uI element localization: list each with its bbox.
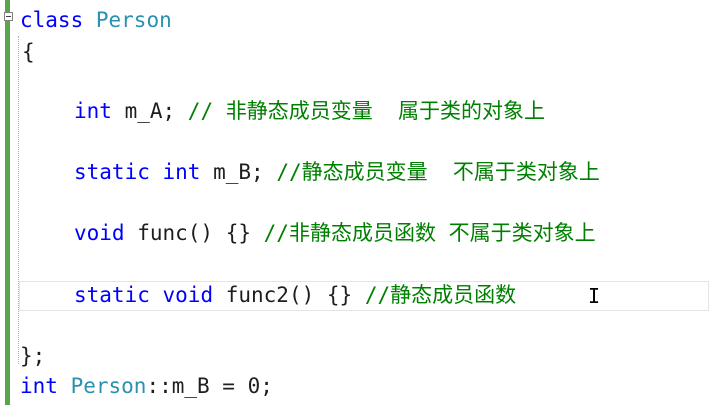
- fold-guide-line: [18, 36, 20, 364]
- static-member-init: ::m_B = 0;: [146, 374, 273, 398]
- keyword-void: void: [162, 283, 214, 307]
- member-m-a: m_A;: [111, 99, 188, 123]
- code-line-func2[interactable]: static void func2() {} //静态成员函数: [74, 280, 516, 310]
- keyword-int: int: [162, 160, 201, 184]
- code-line-close-brace[interactable]: };: [20, 341, 45, 371]
- text-cursor-icon: I: [588, 284, 601, 308]
- type-person: Person: [70, 374, 147, 398]
- keyword-static: static: [74, 283, 150, 307]
- keyword-class: class: [20, 8, 84, 32]
- code-line-m-a[interactable]: int m_A; // 非静态成员变量 属于类的对象上: [74, 96, 545, 126]
- code-line-func[interactable]: void func() {} //非静态成员函数 不属于类对象上: [74, 218, 596, 248]
- change-indicator-bar: [5, 0, 10, 405]
- comment-m-b: //静态成员变量 不属于类对象上: [276, 160, 600, 184]
- code-line-static-init[interactable]: int Person::m_B = 0;: [20, 371, 273, 401]
- comment-func: //非静态成员函数 不属于类对象上: [263, 221, 596, 245]
- comment-m-a: // 非静态成员变量 属于类的对象上: [187, 99, 546, 123]
- keyword-void: void: [74, 221, 125, 245]
- code-line-class-decl[interactable]: class Person: [20, 5, 172, 35]
- code-line-open-brace[interactable]: {: [22, 37, 35, 67]
- type-person: Person: [95, 8, 172, 32]
- close-brace: };: [20, 344, 46, 368]
- member-m-b: m_B;: [200, 160, 277, 184]
- open-brace: {: [22, 40, 35, 64]
- comment-func2: //静态成员函数: [364, 283, 517, 307]
- keyword-int: int: [74, 99, 112, 123]
- code-editor[interactable]: class Person { int m_A; // 非静态成员变量 属于类的对…: [0, 0, 709, 405]
- member-func: func() {}: [124, 221, 264, 245]
- keyword-int: int: [20, 374, 58, 398]
- keyword-static: static: [74, 160, 150, 184]
- member-func2: func2() {}: [213, 283, 365, 307]
- collapse-icon[interactable]: [4, 12, 13, 21]
- code-line-m-b[interactable]: static int m_B; //静态成员变量 不属于类对象上: [74, 157, 600, 187]
